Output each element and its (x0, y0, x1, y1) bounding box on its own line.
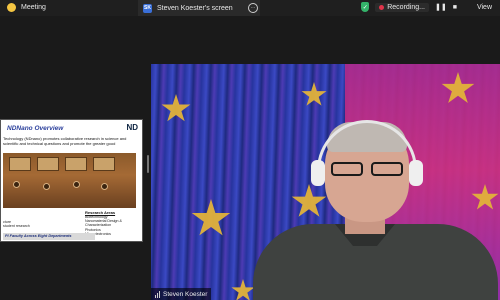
headset-earcup (311, 160, 325, 186)
notre-dame-logo: ND (126, 123, 138, 132)
participant-name-tag: Steven Koester (151, 288, 212, 300)
meeting-title[interactable]: Meeting (7, 3, 46, 12)
sharer-avatar: SK (143, 3, 152, 13)
headset-icon (317, 120, 417, 180)
panel-resize-handle[interactable] (147, 155, 149, 173)
slide-banner: PI Faculty Across Eight Departments (3, 233, 95, 240)
slide-title: NDNano Overview (7, 125, 64, 132)
screen-share-indicator[interactable]: SK Steven Koester's screen (138, 0, 260, 16)
meeting-label: Meeting (21, 4, 46, 11)
mic-level-icon (155, 290, 160, 298)
participant-person (253, 120, 498, 300)
record-dot-icon (379, 4, 385, 10)
meeting-topbar: Meeting SK Steven Koester's screen ··· ✓… (0, 0, 500, 16)
meeting-stage: NDNano Overview ND Technology (NDnano) p… (0, 16, 500, 300)
slide-list-item: student research (3, 224, 30, 229)
lab-panel (9, 157, 31, 171)
lab-knob (101, 183, 108, 190)
slide-left-list: cture student research (3, 220, 30, 228)
lab-panel (65, 157, 87, 171)
meeting-icon (7, 3, 16, 12)
research-item: Nanomaterial Design & Characterization (85, 219, 122, 228)
recording-status[interactable]: Recording... (375, 2, 429, 12)
stop-icon[interactable]: ■ (453, 4, 457, 11)
shared-screen-thumbnail[interactable]: NDNano Overview ND Technology (NDnano) p… (0, 119, 143, 242)
lab-knob (73, 181, 80, 188)
lab-knob (13, 181, 20, 188)
participant-video[interactable]: Steven Koester (151, 64, 500, 300)
recording-controls: ✓ Recording... ❚❚ ■ View (361, 2, 492, 12)
lab-panel (37, 157, 59, 171)
slide-text-line-2: scientific and technical questions and p… (3, 141, 116, 146)
lab-photo (3, 153, 136, 208)
lab-knob (43, 183, 50, 190)
lab-panel (93, 157, 115, 171)
view-button[interactable]: View (477, 4, 492, 11)
headset-earcup (409, 160, 423, 186)
screen-share-label: Steven Koester's screen (157, 4, 233, 12)
recording-label: Recording... (387, 3, 425, 11)
pause-icon[interactable]: ❚❚ (435, 3, 447, 11)
more-options-button[interactable]: ··· (248, 3, 258, 13)
slide-body-text: Technology (NDnano) promotes collaborati… (3, 136, 142, 146)
participant-name: Steven Koester (163, 290, 208, 298)
shield-check-icon[interactable]: ✓ (361, 2, 370, 12)
